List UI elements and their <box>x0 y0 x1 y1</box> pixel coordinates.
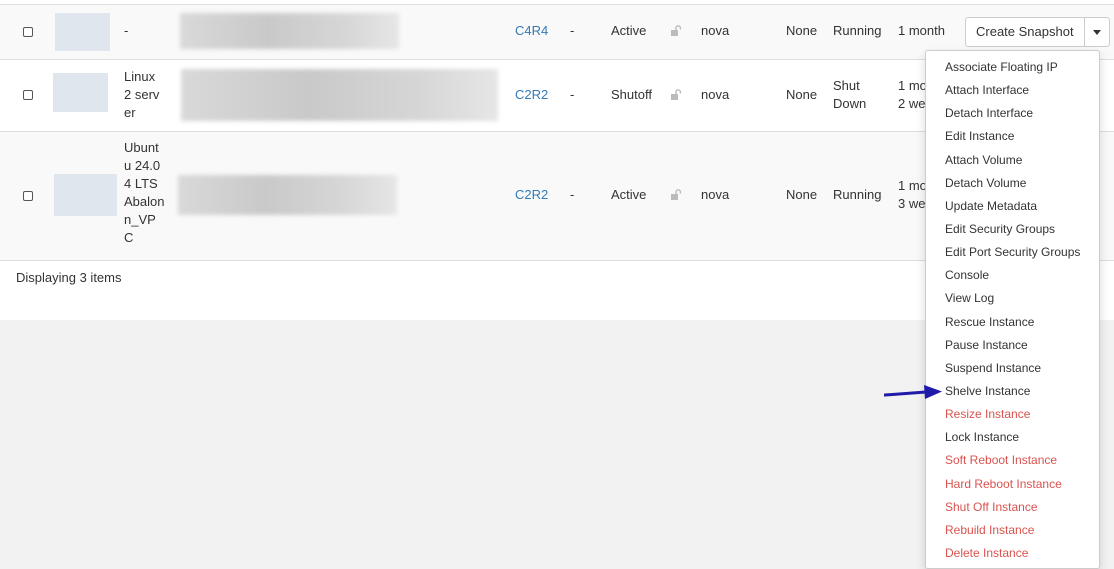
task: None <box>786 187 818 202</box>
actions-dropdown-menu: Associate Floating IP Attach Interface D… <box>925 50 1100 569</box>
age: 1 mo 3 we <box>898 178 927 211</box>
flavor-link[interactable]: C2R2 <box>515 86 548 104</box>
key-pair: - <box>570 87 575 102</box>
create-snapshot-button[interactable]: Create Snapshot <box>965 17 1085 47</box>
age: 1 mo 2 we <box>898 78 927 111</box>
menu-item-view-log[interactable]: View Log <box>945 290 994 306</box>
menu-item-delete-instance[interactable]: Delete Instance <box>945 545 1028 561</box>
power-state: Shut Down <box>833 78 867 111</box>
availability-zone: nova <box>701 87 730 102</box>
key-pair: - <box>570 23 575 38</box>
task: None <box>786 23 818 38</box>
menu-item-update-metadata[interactable]: Update Metadata <box>945 198 1037 214</box>
menu-item-attach-volume[interactable]: Attach Volume <box>945 152 1022 168</box>
power-state: Running <box>833 187 882 202</box>
status: Active <box>611 23 647 38</box>
key-pair: - <box>570 187 575 202</box>
menu-item-pause-instance[interactable]: Pause Instance <box>945 337 1028 353</box>
actions-dropdown-toggle[interactable] <box>1084 17 1110 47</box>
flavor-link[interactable]: C4R4 <box>515 22 548 40</box>
caret-down-icon <box>1092 30 1101 35</box>
availability-zone: nova <box>701 187 730 202</box>
instance-name[interactable]: Ubunt u 24.0 4 LTS Abalon n_VP C <box>124 139 164 247</box>
menu-item-shut-off-instance[interactable]: Shut Off Instance <box>945 499 1038 515</box>
menu-item-associate-floating-ip[interactable]: Associate Floating IP <box>945 59 1058 75</box>
row-checkbox[interactable] <box>23 90 33 100</box>
item-count: Displaying 3 items <box>16 270 122 285</box>
menu-item-console[interactable]: Console <box>945 267 989 283</box>
menu-item-rebuild-instance[interactable]: Rebuild Instance <box>945 522 1034 538</box>
menu-item-soft-reboot-instance[interactable]: Soft Reboot Instance <box>945 452 1057 468</box>
menu-item-detach-volume[interactable]: Detach Volume <box>945 175 1026 191</box>
unlocked-padlock-icon <box>670 89 682 101</box>
task: None <box>786 87 818 102</box>
redacted-ip-addresses <box>180 13 399 49</box>
menu-item-rescue-instance[interactable]: Rescue Instance <box>945 314 1034 330</box>
menu-item-edit-instance[interactable]: Edit Instance <box>945 128 1014 144</box>
flavor-link[interactable]: C2R2 <box>515 186 548 204</box>
availability-zone: nova <box>701 23 730 38</box>
menu-item-shelve-instance[interactable]: Shelve Instance <box>945 383 1030 399</box>
redacted-ip-addresses <box>181 69 498 121</box>
pointer-arrow-icon <box>883 383 944 406</box>
instance-thumbnail <box>53 73 108 112</box>
row-checkbox[interactable] <box>23 191 33 201</box>
row-checkbox[interactable] <box>23 27 33 37</box>
menu-item-hard-reboot-instance[interactable]: Hard Reboot Instance <box>945 476 1062 492</box>
instance-name[interactable]: Linux 2 serv er <box>124 68 159 122</box>
instance-name[interactable]: - <box>124 22 128 40</box>
menu-item-attach-interface[interactable]: Attach Interface <box>945 82 1029 98</box>
unlocked-padlock-icon <box>670 189 682 201</box>
menu-item-edit-security-groups[interactable]: Edit Security Groups <box>945 221 1055 237</box>
status: Shutoff <box>611 87 652 102</box>
menu-item-resize-instance[interactable]: Resize Instance <box>945 406 1030 422</box>
row-actions-group: Create Snapshot <box>965 17 1110 47</box>
power-state: Running <box>833 23 882 38</box>
menu-item-edit-port-security-groups[interactable]: Edit Port Security Groups <box>945 244 1080 260</box>
unlocked-padlock-icon <box>670 25 682 37</box>
redacted-ip-addresses <box>178 175 397 215</box>
status: Active <box>611 187 647 202</box>
instance-thumbnail <box>55 13 110 51</box>
age: 1 month <box>898 23 945 38</box>
menu-item-detach-interface[interactable]: Detach Interface <box>945 105 1033 121</box>
menu-item-lock-instance[interactable]: Lock Instance <box>945 429 1019 445</box>
menu-item-suspend-instance[interactable]: Suspend Instance <box>945 360 1041 376</box>
instance-thumbnail <box>54 174 117 216</box>
